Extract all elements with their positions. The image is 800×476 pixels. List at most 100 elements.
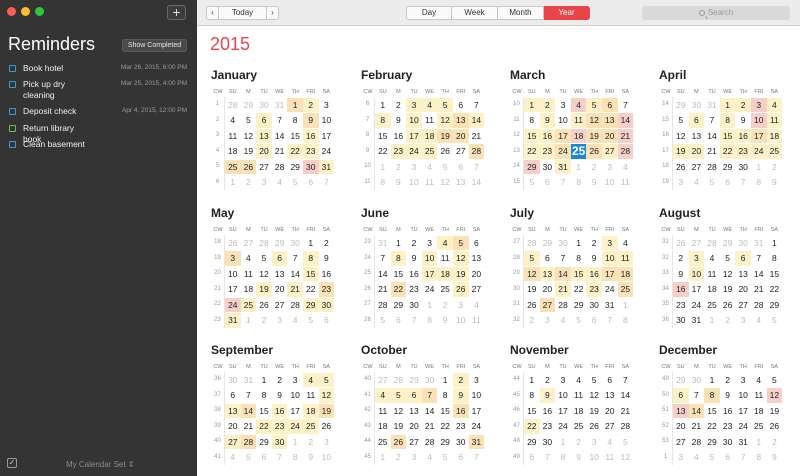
day-cell[interactable]: 6 — [469, 236, 485, 251]
day-cell[interactable]: 27 — [673, 435, 689, 450]
day-cell[interactable]: 9 — [571, 450, 587, 465]
day-cell[interactable]: 17 — [287, 404, 303, 419]
day-cell[interactable]: 4 — [570, 97, 587, 112]
day-cell[interactable]: 8 — [719, 113, 736, 128]
search-input[interactable]: Search — [642, 6, 790, 20]
day-cell[interactable]: 9 — [767, 175, 783, 190]
day-cell[interactable]: 17 — [689, 282, 705, 297]
day-cell[interactable]: 1 — [524, 97, 540, 112]
day-cell[interactable]: 30 — [673, 313, 689, 328]
day-cell[interactable]: 3 — [735, 313, 751, 328]
day-cell[interactable]: 31 — [272, 98, 288, 113]
day-cell[interactable]: 4 — [689, 175, 705, 190]
day-cell[interactable]: 11 — [437, 251, 453, 266]
day-cell[interactable]: 8 — [437, 388, 453, 403]
day-cell[interactable]: 8 — [256, 388, 272, 403]
day-cell[interactable]: 14 — [704, 129, 720, 144]
day-cell[interactable]: 20 — [406, 419, 422, 434]
day-cell[interactable]: 10 — [750, 113, 767, 128]
day-cell[interactable]: 14 — [287, 267, 303, 282]
day-cell[interactable]: 30 — [720, 435, 736, 450]
day-cell[interactable]: 6 — [720, 450, 736, 465]
day-cell[interactable]: 17 — [225, 282, 241, 297]
day-cell[interactable]: 30 — [735, 160, 751, 175]
day-cell[interactable]: 1 — [225, 175, 241, 190]
day-cell[interactable]: 9 — [539, 113, 556, 128]
day-cell[interactable]: 7 — [751, 251, 767, 266]
day-cell[interactable]: 7 — [469, 98, 485, 113]
day-cell[interactable]: 19 — [524, 282, 540, 297]
day-cell[interactable]: 13 — [735, 267, 751, 282]
day-cell[interactable]: 21 — [422, 419, 438, 434]
day-cell[interactable]: 4 — [302, 372, 319, 387]
day-cell[interactable]: 4 — [689, 450, 705, 465]
day-cell[interactable]: 2 — [391, 98, 407, 113]
day-cell[interactable]: 5 — [586, 373, 602, 388]
day-cell[interactable]: 10 — [319, 113, 335, 128]
day-cell[interactable]: 15 — [391, 267, 407, 282]
day-cell[interactable]: 3 — [688, 251, 705, 266]
day-cell[interactable]: 19 — [318, 403, 335, 418]
day-cell[interactable]: 6 — [391, 313, 407, 328]
day-cell[interactable]: 1 — [422, 298, 438, 313]
day-cell[interactable]: 26 — [673, 160, 689, 175]
day-cell[interactable]: 9 — [303, 450, 319, 465]
day-cell[interactable]: 30 — [318, 297, 335, 312]
day-cell[interactable]: 23 — [735, 144, 751, 159]
day-cell[interactable]: 30 — [689, 373, 705, 388]
day-cell[interactable]: 12 — [437, 113, 453, 128]
day-cell[interactable]: 29 — [720, 236, 736, 251]
day-cell[interactable]: 12 — [720, 267, 736, 282]
day-cell[interactable]: 5 — [437, 450, 453, 465]
month-name[interactable]: March — [510, 68, 545, 82]
day-cell[interactable]: 6 — [256, 450, 272, 465]
day-cell[interactable]: 20 — [225, 419, 241, 434]
day-cell[interactable]: 25 — [704, 298, 720, 313]
day-cell[interactable]: 16 — [391, 129, 407, 144]
day-cell[interactable]: 7 — [319, 175, 335, 190]
day-cell[interactable]: 21 — [241, 419, 257, 434]
day-cell[interactable]: 5 — [767, 313, 783, 328]
day-cell[interactable]: 2 — [272, 373, 288, 388]
day-cell[interactable]: 22 — [303, 282, 319, 297]
day-cell[interactable]: 2 — [241, 175, 257, 190]
day-cell[interactable]: 12 — [766, 388, 783, 403]
day-cell[interactable]: 4 — [225, 113, 241, 128]
day-cell[interactable]: 4 — [602, 435, 618, 450]
day-cell[interactable]: 9 — [391, 175, 407, 190]
day-cell[interactable]: 1 — [375, 160, 391, 175]
day-cell[interactable]: 29 — [720, 160, 736, 175]
day-cell[interactable]: 28 — [751, 298, 767, 313]
day-cell[interactable]: 28 — [240, 434, 257, 449]
day-cell[interactable]: 10 — [469, 388, 485, 403]
day-cell[interactable]: 15 — [719, 128, 736, 143]
day-cell[interactable]: 16 — [319, 267, 335, 282]
day-cell[interactable]: 12 — [318, 388, 335, 403]
day-cell[interactable]: 31 — [318, 159, 335, 174]
day-cell[interactable]: 15 — [375, 129, 391, 144]
day-cell[interactable]: 8 — [751, 175, 767, 190]
day-cell[interactable]: 1 — [704, 373, 720, 388]
day-cell[interactable]: 8 — [302, 251, 319, 266]
day-cell[interactable]: 11 — [602, 450, 618, 465]
day-cell[interactable]: 15 — [437, 404, 453, 419]
day-cell[interactable]: 24 — [225, 297, 241, 312]
month-name[interactable]: May — [211, 206, 234, 220]
day-cell[interactable]: 1 — [719, 97, 736, 112]
day-cell[interactable]: 2 — [767, 160, 783, 175]
day-cell[interactable]: 10 — [555, 388, 571, 403]
day-cell[interactable]: 6 — [303, 175, 319, 190]
day-cell[interactable]: 31 — [602, 298, 618, 313]
day-cell[interactable]: 13 — [469, 251, 485, 266]
reminder-checkbox[interactable] — [9, 125, 16, 132]
day-cell[interactable]: 26 — [240, 159, 257, 174]
next-button[interactable]: › — [266, 6, 279, 20]
day-cell[interactable]: 4 — [287, 313, 303, 328]
day-cell[interactable]: 8 — [390, 251, 407, 266]
day-cell[interactable]: 6 — [319, 313, 335, 328]
day-cell[interactable]: 1 — [571, 160, 587, 175]
day-cell[interactable]: 3 — [602, 160, 618, 175]
day-cell[interactable]: 20 — [601, 128, 618, 143]
day-cell[interactable]: 3 — [586, 435, 602, 450]
day-cell[interactable]: 21 — [617, 128, 634, 143]
